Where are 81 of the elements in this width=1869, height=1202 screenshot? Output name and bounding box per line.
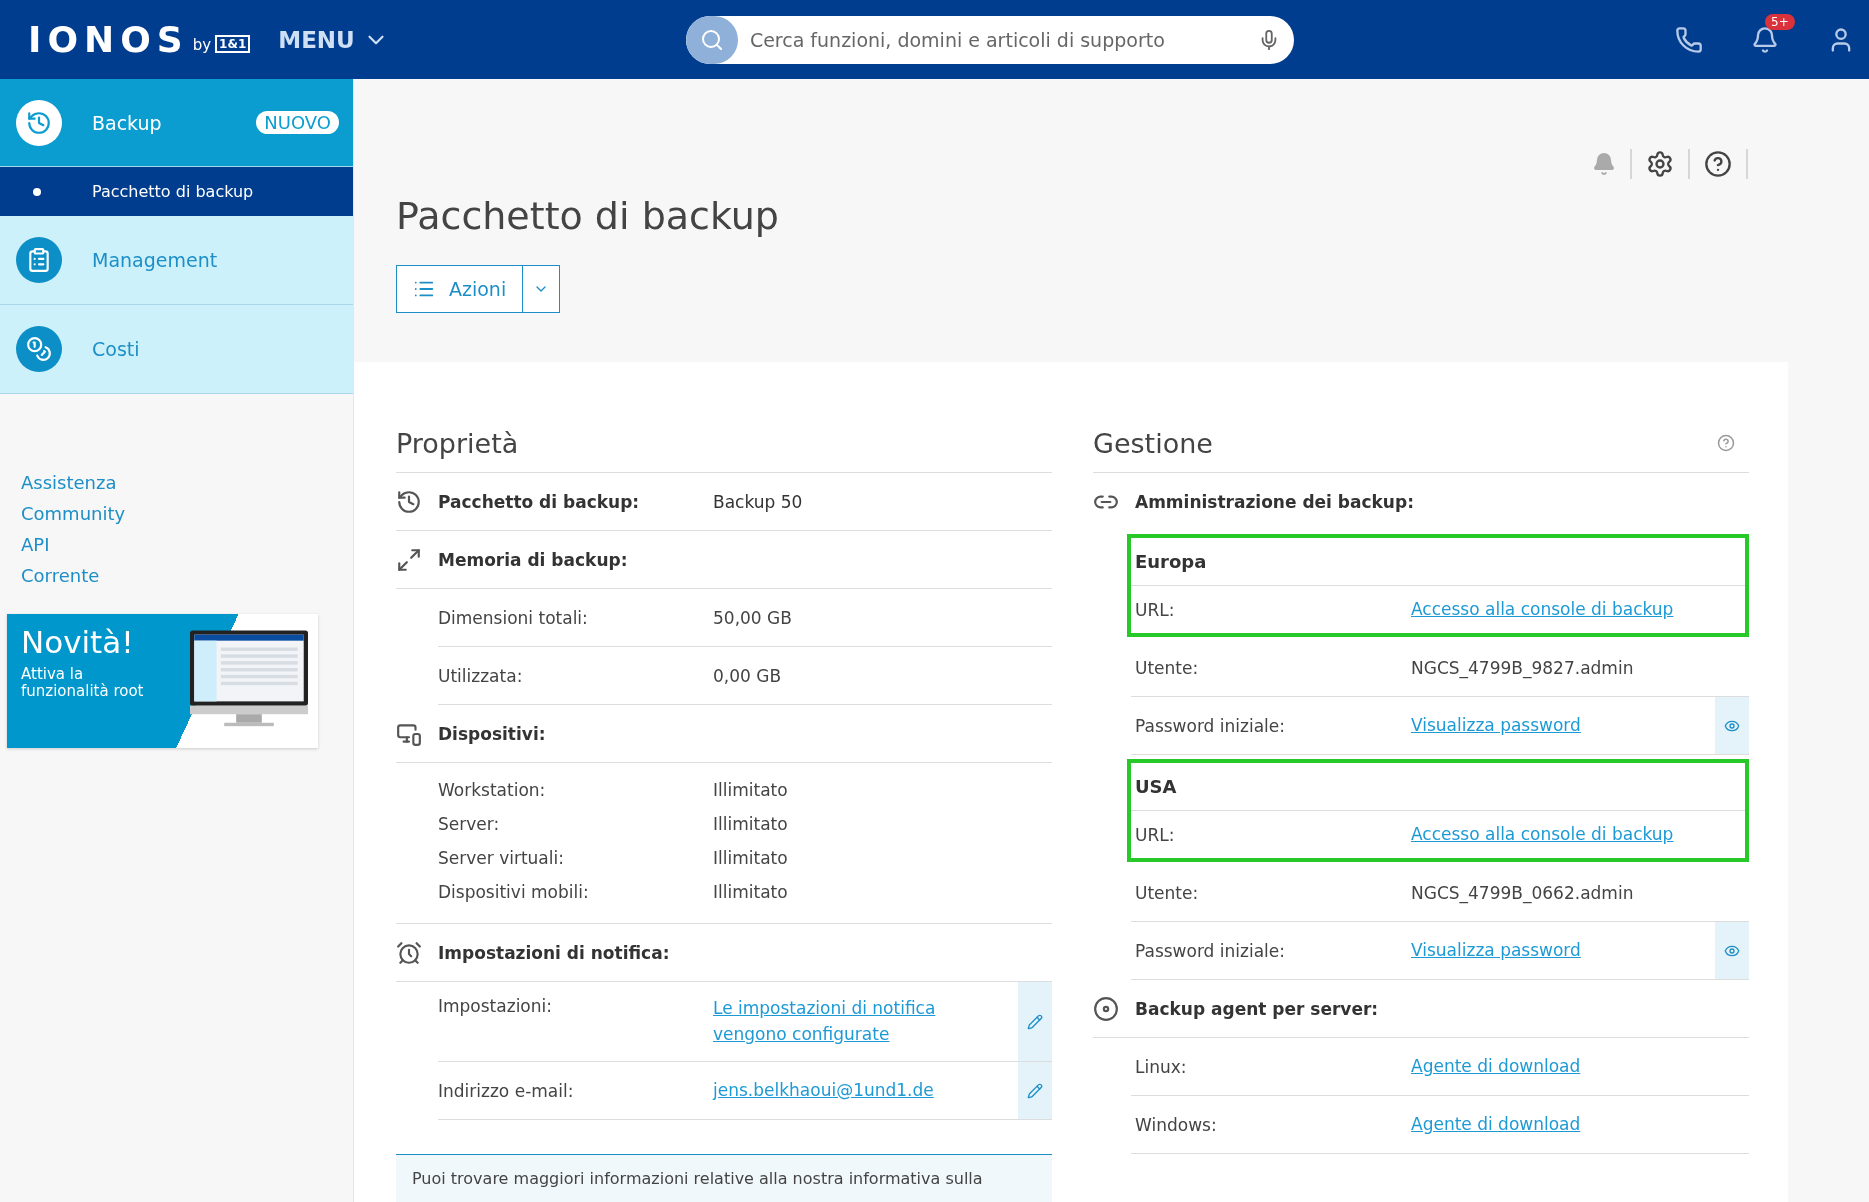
download-link[interactable]: Agente di download: [1411, 1053, 1581, 1080]
property-value: NGCS_4799B_0662.admin: [1411, 882, 1635, 903]
actions-dropdown-button[interactable]: [523, 265, 561, 313]
page-title: Pacchetto di backup: [396, 197, 780, 235]
nav-subitem[interactable]: Pacchetto di backup: [0, 167, 353, 216]
property-label: Utente:: [1135, 657, 1200, 678]
property-label: Workstation:: [438, 780, 547, 800]
property-label: Server:: [438, 814, 501, 834]
section-title: Gestione: [1093, 427, 1213, 459]
property-label: Impostazioni:: [438, 996, 553, 1016]
promo-banner[interactable]: Novità! Attiva la funzionalità root: [7, 614, 318, 748]
show-password-button[interactable]: [1715, 697, 1749, 754]
group-label: Memoria di backup:: [438, 549, 629, 570]
property-label: Indirizzo e-mail:: [438, 1080, 575, 1101]
actions-button[interactable]: Azioni: [396, 265, 524, 313]
group-value: Backup 50: [713, 491, 804, 512]
property-link[interactable]: Le impostazioni di notifica vengono configurate: [713, 996, 973, 1047]
info-text: Puoi trovare maggiori informazioni relative alla nostra informativa sulla: [396, 1154, 1052, 1202]
property-label: Linux:: [1135, 1056, 1188, 1077]
console-link[interactable]: Accesso alla console di backup: [1411, 596, 1671, 623]
region-name: Europa: [1131, 538, 1745, 586]
property-value: Illimitato: [713, 882, 789, 902]
nav-item[interactable]: Management: [0, 216, 353, 305]
new-badge: NUOVO: [256, 111, 339, 134]
partner-logo: 1&1: [215, 34, 251, 53]
group-label: Backup agent per server:: [1135, 998, 1380, 1019]
property-label: Dimensioni totali:: [438, 607, 589, 628]
nav-item[interactable]: Costi: [0, 305, 353, 394]
property-label: Utilizzata:: [438, 665, 524, 686]
disc-icon: [1093, 995, 1119, 1022]
logo[interactable]: IONOS: [28, 19, 189, 60]
settings-icon[interactable]: [1646, 150, 1674, 178]
pencil-icon: [1027, 1082, 1043, 1099]
group-label: Pacchetto di backup:: [438, 491, 641, 512]
property-label: URL:: [1135, 599, 1176, 620]
diagonal-arrows-icon: [396, 546, 422, 573]
history-icon: [16, 99, 62, 146]
property-value: NGCS_4799B_9827.admin: [1411, 657, 1635, 678]
notification-badge: 5+: [1765, 13, 1795, 30]
promo-title: Novità!: [21, 624, 135, 660]
property-value: Illimitato: [713, 814, 789, 834]
section-title: Proprietà: [396, 427, 519, 459]
phone-icon[interactable]: [1675, 25, 1703, 54]
history-icon: [396, 488, 422, 515]
sidebar-link[interactable]: Community: [21, 503, 353, 524]
property-link[interactable]: jens.belkhaoui@1und1.de: [713, 1077, 934, 1104]
nav-item[interactable]: Backup NUOVO: [0, 79, 353, 167]
group-label: Amministrazione dei backup:: [1135, 491, 1414, 512]
coins-icon: [16, 326, 62, 372]
console-link[interactable]: Accesso alla console di backup: [1411, 821, 1671, 848]
logo-by: by: [192, 35, 212, 54]
property-value: Illimitato: [713, 780, 789, 800]
password-link[interactable]: Visualizza password: [1411, 712, 1581, 739]
group-label: Dispositivi:: [438, 723, 547, 744]
property-label: Password iniziale:: [1135, 715, 1286, 736]
property-label: Windows:: [1135, 1114, 1218, 1135]
sidebar-link[interactable]: API: [21, 534, 353, 555]
download-link[interactable]: Agente di download: [1411, 1111, 1581, 1138]
notifications-icon[interactable]: [1751, 25, 1779, 54]
property-label: Server virtuali:: [438, 848, 565, 868]
property-label: URL:: [1135, 824, 1176, 845]
password-link[interactable]: Visualizza password: [1411, 937, 1581, 964]
search-bar[interactable]: Cerca funzioni, domini e articoli di supporto: [685, 15, 1294, 64]
property-value: 0,00 GB: [713, 665, 783, 686]
property-value: Illimitato: [713, 848, 789, 868]
group-label: Impostazioni di notifica:: [438, 942, 671, 963]
help-icon[interactable]: [1704, 150, 1732, 178]
sidebar-link[interactable]: Corrente: [21, 565, 353, 586]
clipboard-icon: [16, 237, 62, 283]
menu-button[interactable]: MENU: [272, 25, 395, 54]
promo-text: Attiva la funzionalità root: [21, 666, 145, 701]
alarm-clock-icon: [396, 939, 422, 966]
property-label: Password iniziale:: [1135, 940, 1286, 961]
property-label: Utente:: [1135, 882, 1200, 903]
property-label: Dispositivi mobili:: [438, 882, 590, 902]
sidebar-link[interactable]: Assistenza: [21, 472, 353, 493]
show-password-button[interactable]: [1715, 922, 1749, 979]
region-name: USA: [1131, 763, 1745, 811]
property-value: 50,00 GB: [713, 607, 793, 628]
search-icon[interactable]: [685, 15, 738, 64]
pencil-icon: [1027, 1013, 1043, 1030]
